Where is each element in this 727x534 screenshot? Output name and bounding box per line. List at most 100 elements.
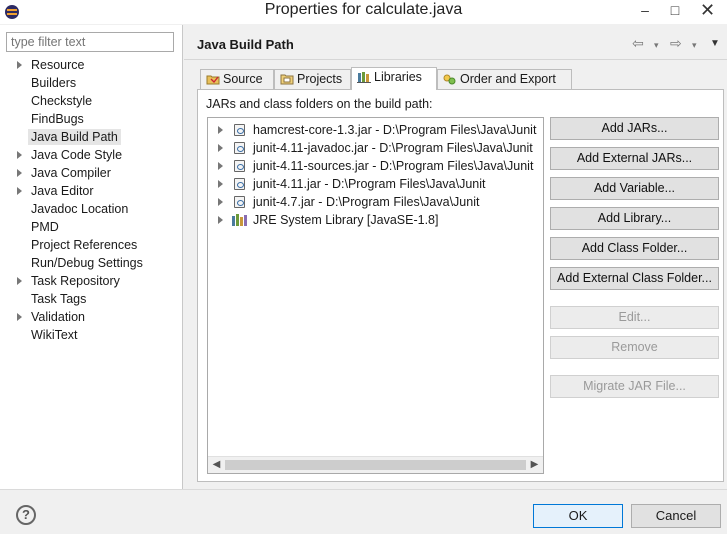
sidebar-item-javadoc-location[interactable]: Javadoc Location <box>0 200 183 218</box>
libraries-icon <box>357 72 371 83</box>
back-arrow-icon[interactable]: ⇦ <box>632 35 644 52</box>
forward-arrow-icon[interactable]: ⇨ <box>670 35 682 52</box>
libraries-panel: JARs and class folders on the build path… <box>197 89 724 482</box>
sidebar-item-resource[interactable]: Resource <box>0 56 183 74</box>
forward-dropdown-icon[interactable]: ▾ <box>692 40 697 51</box>
list-item[interactable]: junit-4.11-sources.jar - D:\Program File… <box>208 157 533 175</box>
expand-arrow-icon[interactable] <box>218 162 223 170</box>
footer-divider <box>0 489 727 490</box>
sidebar-item-label: Builders <box>31 76 77 90</box>
expand-arrow-icon[interactable] <box>218 126 223 134</box>
add-external-class-folder-button[interactable]: Add External Class Folder... <box>550 267 719 290</box>
sidebar-item-checkstyle[interactable]: Checkstyle <box>0 92 183 110</box>
sidebar-item-label: Task Tags <box>31 292 87 306</box>
library-icon <box>232 214 248 226</box>
project-folder-icon <box>280 74 294 85</box>
cancel-button[interactable]: Cancel <box>631 504 721 528</box>
scroll-left-icon[interactable]: ◀ <box>208 457 225 473</box>
expand-arrow-icon[interactable] <box>218 180 223 188</box>
sidebar-item-validation[interactable]: Validation <box>0 308 183 326</box>
sidebar-item-java-editor[interactable]: Java Editor <box>0 182 183 200</box>
maximize-button[interactable]: □ <box>660 0 690 22</box>
scrollbar-thumb[interactable] <box>225 460 526 470</box>
sidebar-item-label: Checkstyle <box>31 94 93 108</box>
sidebar-item-label: Validation <box>31 310 85 324</box>
tab-projects[interactable]: Projects <box>274 69 351 89</box>
remove-button[interactable]: Remove <box>550 336 719 359</box>
sidebar-item-builders[interactable]: Builders <box>0 74 183 92</box>
tab-label: Projects <box>297 72 343 86</box>
minimize-button[interactable]: – <box>630 0 660 22</box>
expand-arrow-icon[interactable] <box>17 277 22 285</box>
sidebar-item-java-compiler[interactable]: Java Compiler <box>0 164 183 182</box>
sidebar-item-label: Java Editor <box>31 184 94 198</box>
source-folder-icon <box>206 75 220 85</box>
expand-arrow-icon[interactable] <box>17 187 22 195</box>
sidebar-item-label: WikiText <box>31 328 78 342</box>
sidebar-item-findbugs[interactable]: FindBugs <box>0 110 183 128</box>
add-class-folder-button[interactable]: Add Class Folder... <box>550 237 719 260</box>
sidebar-item-task-tags[interactable]: Task Tags <box>0 290 183 308</box>
sidebar-item-label: Resource <box>31 58 85 72</box>
filter-input[interactable] <box>6 32 174 52</box>
expand-arrow-icon[interactable] <box>218 216 223 224</box>
jar-icon <box>234 142 245 154</box>
expand-arrow-icon[interactable] <box>17 61 22 69</box>
back-dropdown-icon[interactable]: ▾ <box>654 40 659 51</box>
libraries-list[interactable]: hamcrest-core-1.3.jar - D:\Program Files… <box>207 117 544 474</box>
horizontal-scrollbar[interactable]: ◀ ▶ <box>208 456 543 473</box>
window-title: Properties for calculate.java <box>264 1 463 18</box>
ok-button[interactable]: OK <box>533 504 623 528</box>
sidebar-item-run-debug-settings[interactable]: Run/Debug Settings <box>0 254 183 272</box>
tab-libraries[interactable]: Libraries <box>351 67 437 90</box>
expand-arrow-icon[interactable] <box>218 144 223 152</box>
sidebar-item-task-repository[interactable]: Task Repository <box>0 272 183 290</box>
expand-arrow-icon[interactable] <box>17 151 22 159</box>
scroll-right-icon[interactable]: ▶ <box>526 457 543 473</box>
view-menu-icon[interactable]: ▼ <box>710 38 720 49</box>
add-jars-button[interactable]: Add JARs... <box>550 117 719 140</box>
list-item-label: JRE System Library [JavaSE-1.8] <box>253 213 439 227</box>
sidebar-item-label: PMD <box>31 220 59 234</box>
list-item-label: junit-4.11-javadoc.jar - D:\Program File… <box>253 141 533 155</box>
sidebar-item-pmd[interactable]: PMD <box>0 218 183 236</box>
property-page-sidebar: Resource Builders Checkstyle FindBugs Ja… <box>0 25 183 489</box>
sidebar-item-label: Run/Debug Settings <box>31 256 143 270</box>
add-library-button[interactable]: Add Library... <box>550 207 719 230</box>
edit-button[interactable]: Edit... <box>550 306 719 329</box>
sidebar-item-label: FindBugs <box>31 112 84 126</box>
list-item[interactable]: junit-4.11-javadoc.jar - D:\Program File… <box>208 139 533 157</box>
help-icon[interactable]: ? <box>16 505 36 525</box>
expand-arrow-icon[interactable] <box>17 313 22 321</box>
order-export-icon <box>443 74 456 85</box>
sidebar-item-label: Javadoc Location <box>31 202 129 216</box>
list-item-label: hamcrest-core-1.3.jar - D:\Program Files… <box>253 123 537 137</box>
libraries-list-label: JARs and class folders on the build path… <box>206 97 433 111</box>
list-item[interactable]: junit-4.11.jar - D:\Program Files\Java\J… <box>208 175 486 193</box>
title-bar: Properties for calculate.java – □ ✕ <box>0 0 727 24</box>
sidebar-item-java-build-path[interactable]: Java Build Path <box>0 128 183 146</box>
sidebar-item-label: Java Compiler <box>31 166 111 180</box>
close-button[interactable]: ✕ <box>688 0 727 22</box>
list-item[interactable]: hamcrest-core-1.3.jar - D:\Program Files… <box>208 121 536 139</box>
sidebar-item-project-references[interactable]: Project References <box>0 236 183 254</box>
sidebar-item-label: Java Code Style <box>31 148 123 162</box>
migrate-jar-file-button[interactable]: Migrate JAR File... <box>550 375 719 398</box>
expand-arrow-icon[interactable] <box>218 198 223 206</box>
list-item-label: junit-4.11-sources.jar - D:\Program File… <box>253 159 534 173</box>
jar-icon <box>234 196 245 208</box>
sidebar-item-label: Java Build Path <box>28 129 121 145</box>
add-external-jars-button[interactable]: Add External JARs... <box>550 147 719 170</box>
sidebar-item-wikitext[interactable]: WikiText <box>0 326 183 344</box>
list-item[interactable]: junit-4.7.jar - D:\Program Files\Java\Ju… <box>208 193 479 211</box>
sidebar-item-java-code-style[interactable]: Java Code Style <box>0 146 183 164</box>
jar-icon <box>234 160 245 172</box>
list-item-label: junit-4.11.jar - D:\Program Files\Java\J… <box>253 177 486 191</box>
expand-arrow-icon[interactable] <box>17 169 22 177</box>
tab-order-and-export[interactable]: Order and Export <box>437 69 572 89</box>
list-item[interactable]: JRE System Library [JavaSE-1.8] <box>208 211 438 229</box>
add-variable-button[interactable]: Add Variable... <box>550 177 719 200</box>
sidebar-item-label: Project References <box>31 238 138 252</box>
property-page-tree: Resource Builders Checkstyle FindBugs Ja… <box>0 56 183 344</box>
tab-source[interactable]: Source <box>200 69 274 89</box>
